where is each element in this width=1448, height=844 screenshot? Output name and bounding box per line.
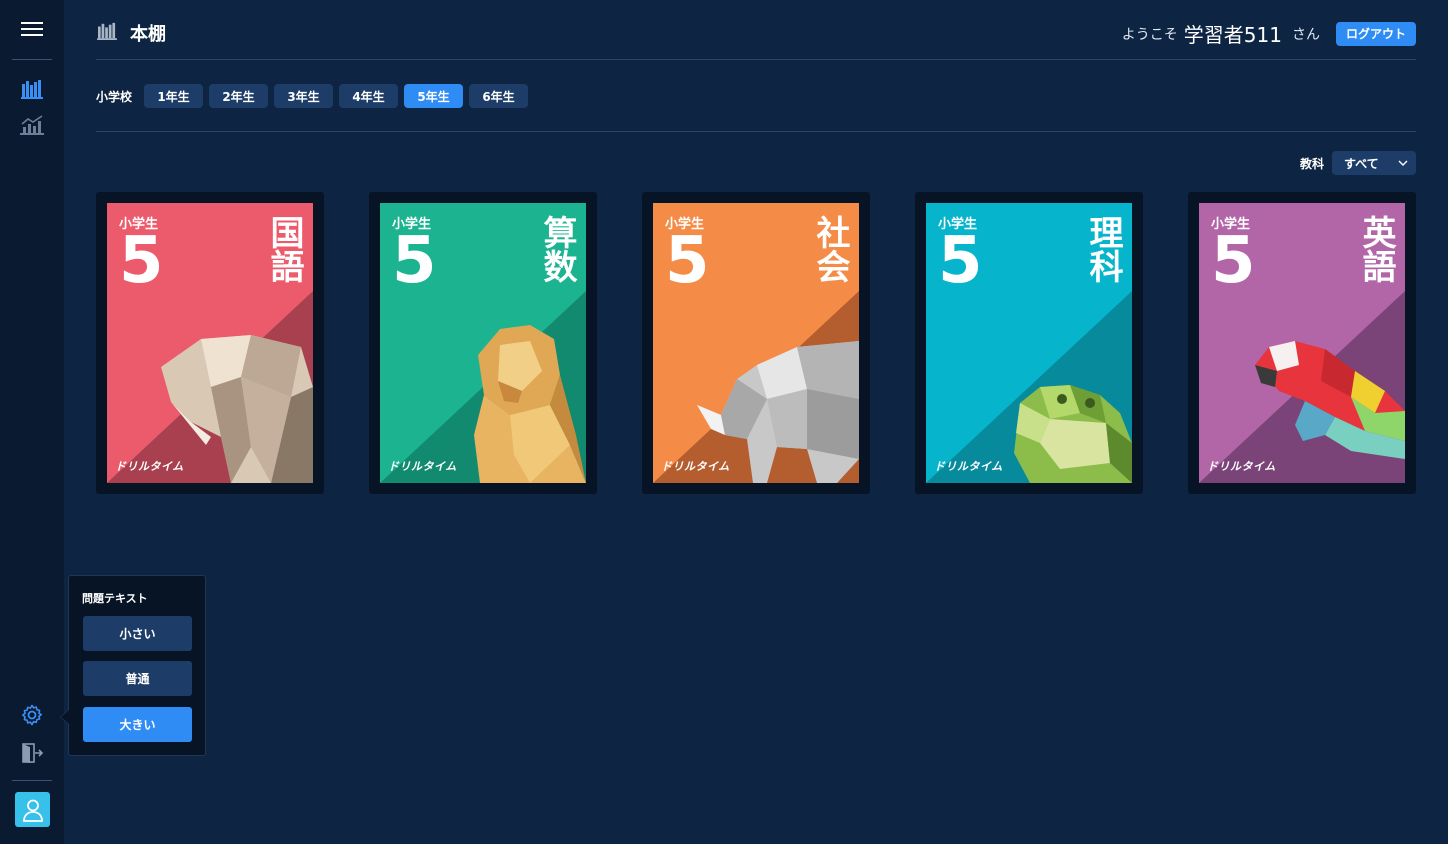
book-grade: 5 [119,224,164,298]
book-science[interactable]: 小学生 5 理科 ドリルタイム [915,192,1143,494]
chart-icon[interactable] [16,109,48,141]
bookshelf-icon [96,22,118,44]
book-cover: 小学生 5 算数 ドリルタイム [380,203,586,483]
parrot-icon [1255,341,1405,459]
filter-label: 教科 [1299,156,1324,171]
grade-tabs: 小学校 1年生 2年生 3年生 4年生 5年生 6年生 [96,84,534,108]
header: 本棚 ようこそ 学習者511 さん ログアウト [96,0,1416,60]
page-title: 本棚 [130,24,166,45]
text-size-large-button[interactable]: 大きい [83,707,192,742]
book-math[interactable]: 小学生 5 算数 ドリルタイム [369,192,597,494]
tab-grade-1[interactable]: 1年生 [144,84,204,108]
book-cover: 小学生 5 理科 ドリルタイム [926,203,1132,483]
logout-button[interactable]: ログアウト [1335,21,1416,46]
honorific: さん [1291,26,1320,43]
sidebar-divider [12,59,52,60]
book-subject: 理科 [1083,215,1123,283]
tab-grade-4[interactable]: 4年生 [339,84,399,108]
book-brand: ドリルタイム [388,460,457,473]
subject-select-value: すべて [1344,156,1379,171]
tab-grade-3[interactable]: 3年生 [274,84,334,108]
book-cover: 小学生 5 国語 ドリルタイム [107,203,313,483]
book-brand: ドリルタイム [934,460,1003,473]
bookshelf-icon[interactable] [16,73,48,105]
book-brand: ドリルタイム [661,460,730,473]
book-english[interactable]: 小学生 5 英語 ドリルタイム [1188,192,1416,494]
username: 学習者511 [1183,23,1282,47]
tab-grade-5[interactable]: 5年生 [404,84,464,108]
popover-title: 問題テキスト [82,592,148,605]
book-grade: 5 [1211,224,1256,298]
hamburger-icon[interactable] [16,13,48,45]
gear-icon[interactable] [16,699,48,731]
chevron-down-icon [1398,160,1408,166]
book-subject: 英語 [1356,215,1396,283]
book-subject: 国語 [264,215,304,283]
text-size-popover: 問題テキスト 小さい 普通 大きい [60,575,206,756]
lion-icon [474,325,586,483]
book-grade: 5 [665,224,710,298]
school-label: 小学校 [96,89,133,104]
book-social-studies[interactable]: 小学生 5 社会 ドリルタイム [642,192,870,494]
tab-grade-6[interactable]: 6年生 [469,84,529,108]
sidebar-divider [12,780,52,781]
book-subject: 社会 [810,215,850,283]
user-area: ようこそ 学習者511 さん ログアウト [1122,19,1416,48]
book-brand: ドリルタイム [115,460,184,473]
subject-filter: 教科 すべて [1300,151,1416,175]
sidebar [0,0,64,844]
welcome-text: ようこそ [1121,26,1178,43]
frog-icon [1014,385,1132,483]
text-size-normal-button[interactable]: 普通 [83,661,192,696]
divider [96,131,1416,132]
text-size-small-button[interactable]: 小さい [83,616,192,651]
exit-door-icon[interactable] [16,737,48,769]
book-brand: ドリルタイム [1207,460,1276,473]
page-title-group: 本棚 [96,20,166,46]
book-grade: 5 [938,224,983,298]
tab-grade-2[interactable]: 2年生 [209,84,269,108]
user-avatar[interactable] [15,792,50,827]
book-cover: 小学生 5 英語 ドリルタイム [1199,203,1405,483]
book-cover: 小学生 5 社会 ドリルタイム [653,203,859,483]
book-grade: 5 [392,224,437,298]
user-icon [22,799,43,822]
book-subject: 算数 [537,215,577,283]
book-japanese[interactable]: 小学生 5 国語 ドリルタイム [96,192,324,494]
subject-select[interactable]: すべて [1332,151,1416,175]
